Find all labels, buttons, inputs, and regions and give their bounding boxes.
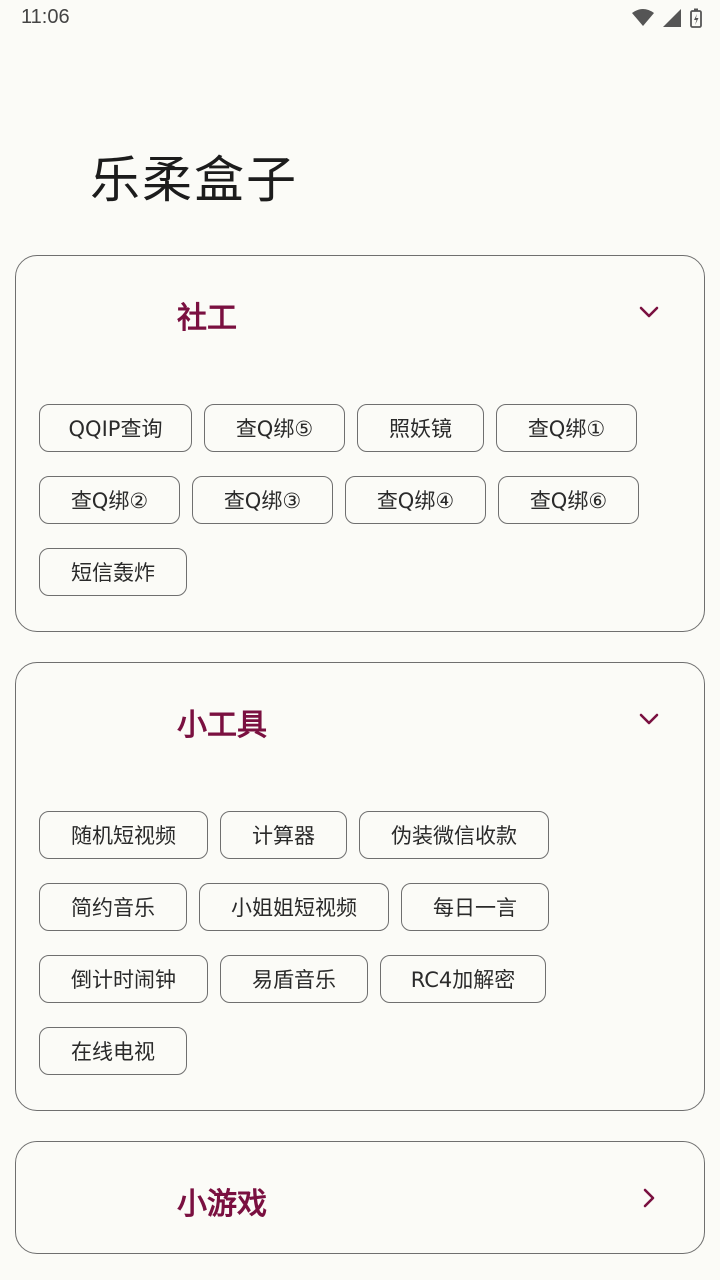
tool-chip[interactable]: 查Q绑⑥ xyxy=(498,476,639,524)
tool-chip[interactable]: QQIP查询 xyxy=(39,404,192,452)
tool-chip[interactable]: 每日一言 xyxy=(401,883,549,931)
tool-chip[interactable]: 查Q绑④ xyxy=(345,476,486,524)
signal-icon xyxy=(663,9,681,27)
section-games-title: 小游戏 xyxy=(177,1187,267,1222)
tool-chip[interactable]: 倒计时闹钟 xyxy=(39,955,208,1003)
tool-chip[interactable]: 伪装微信收款 xyxy=(359,811,549,859)
tool-chip[interactable]: 小姐姐短视频 xyxy=(199,883,389,931)
chevron-down-icon[interactable] xyxy=(636,299,662,325)
tool-chip[interactable]: 简约音乐 xyxy=(39,883,187,931)
section-social-title: 社工 xyxy=(177,301,237,336)
chevron-right-icon[interactable] xyxy=(636,1185,662,1211)
tool-chip[interactable]: 在线电视 xyxy=(39,1027,187,1075)
chevron-down-icon[interactable] xyxy=(636,706,662,732)
battery-icon xyxy=(690,8,702,28)
tool-chip[interactable]: 计算器 xyxy=(220,811,347,859)
status-bar: 11:06 xyxy=(0,0,720,36)
tool-chip[interactable]: 查Q绑③ xyxy=(192,476,333,524)
tool-chip[interactable]: 查Q绑② xyxy=(39,476,180,524)
tool-chip[interactable]: RC4加解密 xyxy=(380,955,546,1003)
tool-chip[interactable]: 随机短视频 xyxy=(39,811,208,859)
tool-chip[interactable]: 查Q绑① xyxy=(496,404,637,452)
page-title: 乐柔盒子 xyxy=(90,151,298,209)
tool-chip[interactable]: 查Q绑⑤ xyxy=(204,404,345,452)
status-icons xyxy=(632,6,702,30)
tool-chip[interactable]: 短信轰炸 xyxy=(39,548,187,596)
section-tools-title: 小工具 xyxy=(177,708,267,743)
section-tools: 小工具 随机短视频 计算器 伪装微信收款 简约音乐 小姐姐短视频 每日一言 倒计… xyxy=(15,662,705,1111)
tool-chip[interactable]: 照妖镜 xyxy=(357,404,484,452)
section-games[interactable]: 小游戏 xyxy=(15,1141,705,1254)
wifi-icon xyxy=(632,9,654,26)
section-social: 社工 QQIP查询 查Q绑⑤ 照妖镜 查Q绑① 查Q绑② 查Q绑③ 查Q绑④ 查… xyxy=(15,255,705,632)
tool-chip[interactable]: 易盾音乐 xyxy=(220,955,368,1003)
status-time: 11:06 xyxy=(21,6,70,28)
